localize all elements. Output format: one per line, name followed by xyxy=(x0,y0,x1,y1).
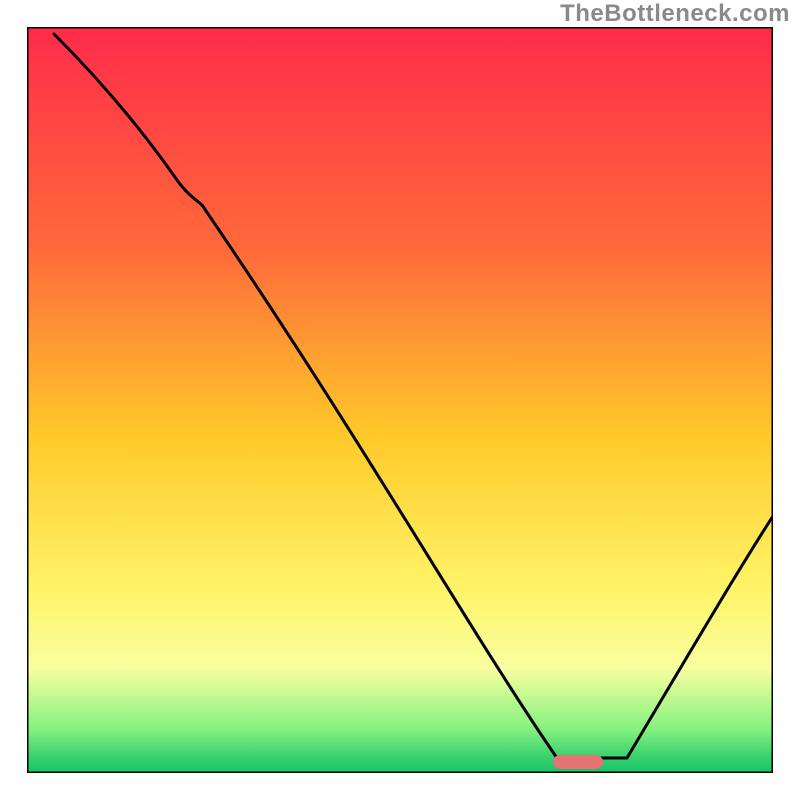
gradient-background xyxy=(27,27,773,773)
chart-plot-area xyxy=(27,27,773,773)
bottleneck-chart: TheBottleneck.com xyxy=(0,0,800,800)
watermark-text: TheBottleneck.com xyxy=(560,0,790,28)
optimum-slider-handle[interactable] xyxy=(553,755,603,769)
